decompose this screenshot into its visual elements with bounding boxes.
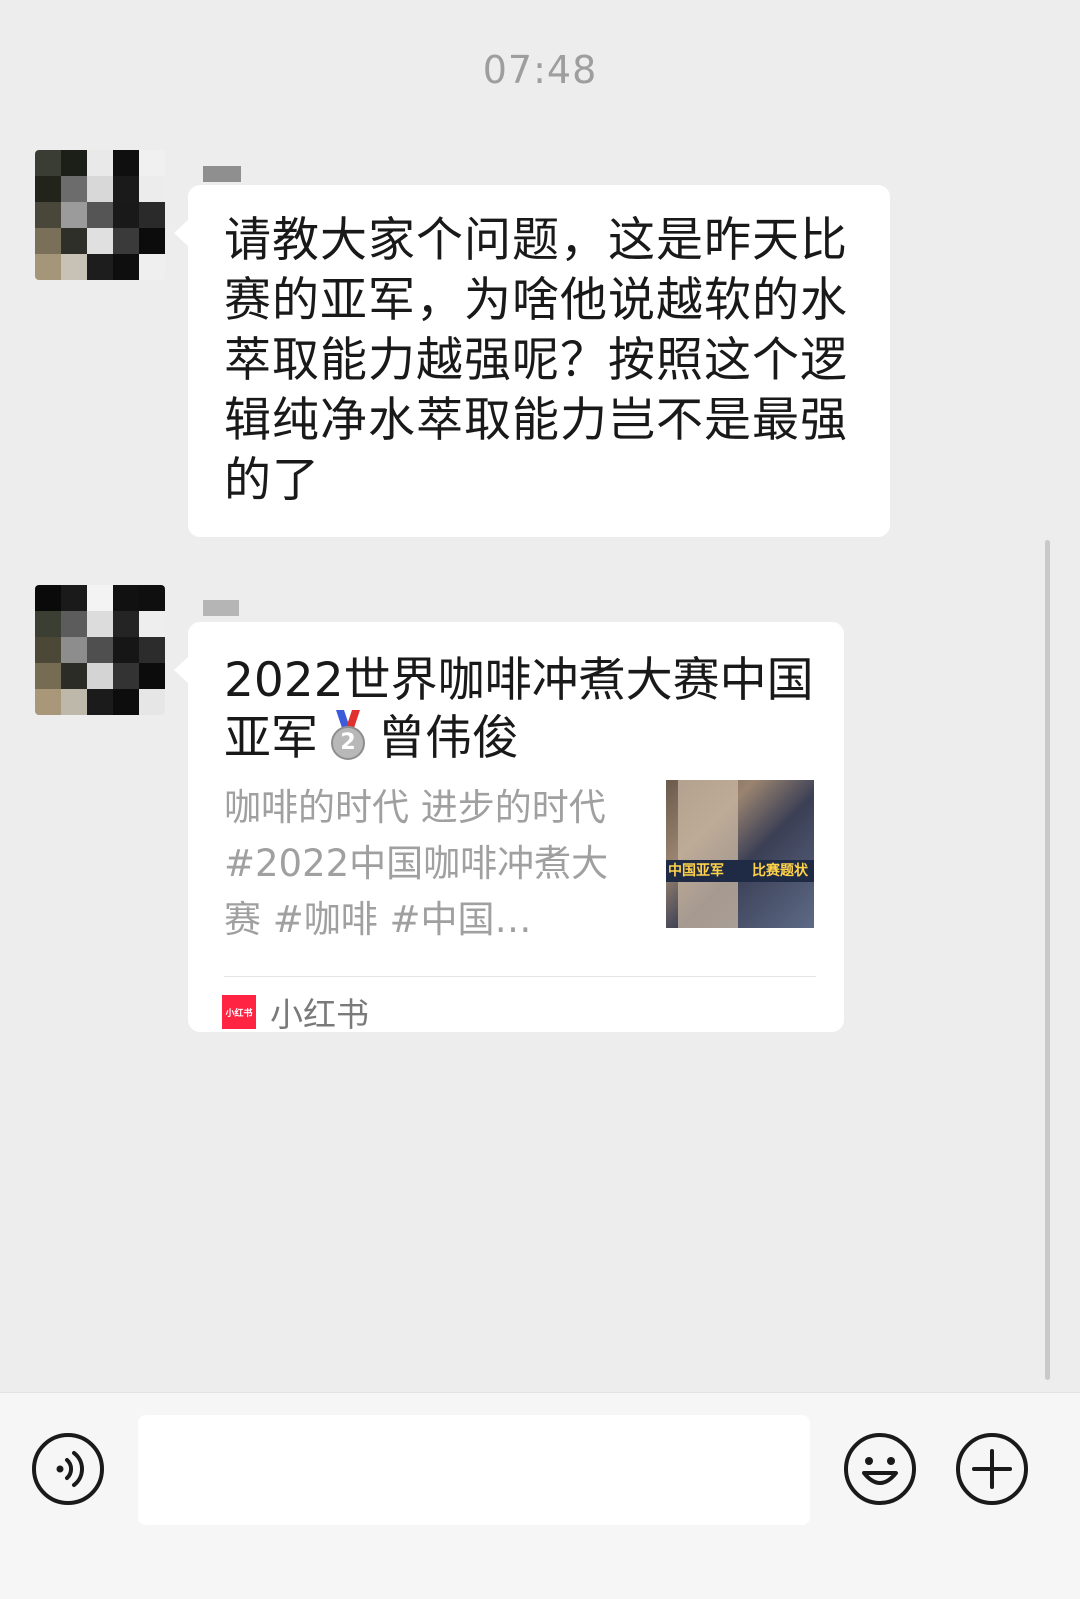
card-title: 2022世界咖啡冲煮大赛中国亚军 2 曾伟俊 [224,652,814,768]
sender-name-redacted [203,166,241,182]
avatar[interactable] [35,585,165,715]
card-description: 咖啡的时代 进步的时代 #2022中国咖啡冲煮大赛 #咖啡 #中国… [224,786,609,941]
link-card[interactable]: 2022世界咖啡冲煮大赛中国亚军 2 曾伟俊 咖啡的时代 进步的时代 #2022… [174,622,844,1034]
xiaohongshu-logo-icon: 小红书 [222,995,256,1029]
emoji-button[interactable] [842,1431,918,1507]
sender-name-redacted [203,600,239,616]
card-divider [224,976,816,977]
voice-button[interactable] [30,1431,106,1507]
voice-icon [32,1433,104,1505]
silver-medal-icon: 2 [328,710,368,760]
card-thumbnail: 中国亚军 比赛题状 [666,780,814,928]
thumbnail-caption-left: 中国亚军 [668,863,724,879]
medal-number: 2 [340,730,356,755]
card-title-name: 曾伟俊 [378,711,519,766]
scrollbar[interactable] [1045,540,1050,1380]
plus-button[interactable] [954,1431,1030,1507]
message-bubble[interactable]: 请教大家个问题，这是昨天比赛的亚军，为啥他说越软的水萃取能力越强呢？按照这个逻辑… [174,185,890,537]
emoji-icon [844,1433,916,1505]
source-label: 小红书 [270,995,369,1034]
input-bar [0,1392,1080,1599]
card-source: 小红书 小红书 [222,988,369,1036]
message-text: 请教大家个问题，这是昨天比赛的亚军，为啥他说越软的水萃取能力越强呢？按照这个逻辑… [224,213,848,508]
message-input[interactable] [138,1415,810,1525]
thumbnail-caption-right: 比赛题状 [752,863,808,879]
avatar[interactable] [35,150,165,280]
message-timestamp: 07:48 [482,48,598,92]
plus-icon [956,1433,1028,1505]
